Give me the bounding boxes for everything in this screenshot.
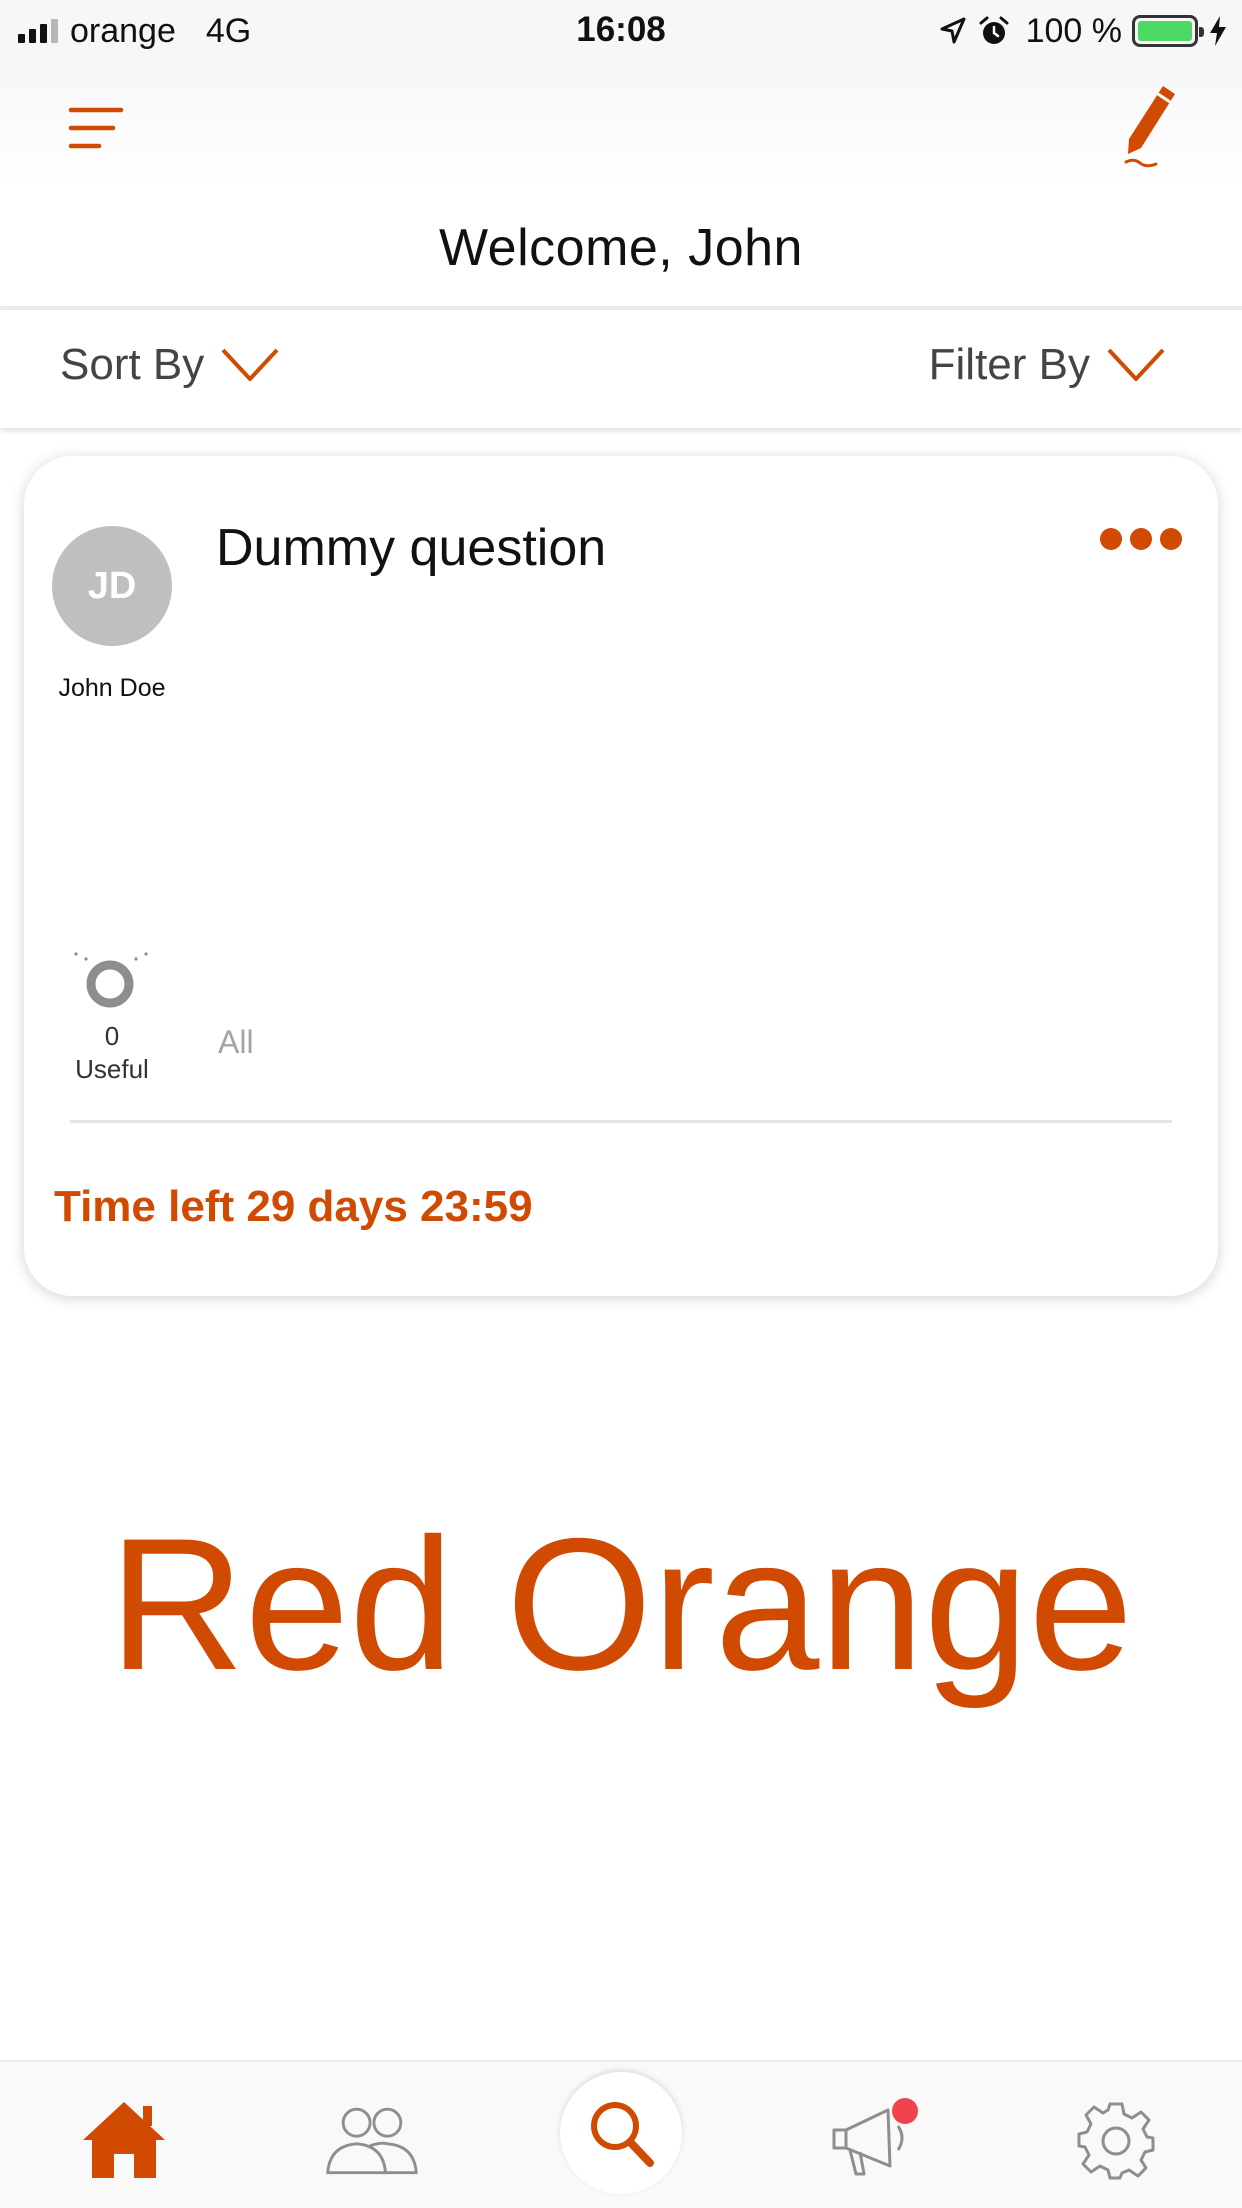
useful-label: Useful — [75, 1054, 149, 1084]
menu-button[interactable] — [68, 106, 124, 150]
tab-community[interactable] — [322, 2092, 422, 2188]
sort-by-label: Sort By — [60, 340, 205, 389]
menu-icon — [68, 107, 124, 149]
useful-ring-icon — [74, 952, 148, 1008]
useful-button[interactable] — [66, 946, 150, 1016]
tab-bar — [0, 2060, 1242, 2208]
filter-by-button[interactable]: Filter By — [929, 340, 1166, 390]
filter-by-label: Filter By — [928, 340, 1090, 389]
time-left-text: Time left 29 days 23:59 — [54, 1182, 533, 1231]
status-bar: orange 4G 16:08 100 % — [0, 0, 1242, 62]
chevron-down-icon — [221, 348, 279, 381]
chevron-down-icon — [1107, 348, 1165, 381]
tab-settings[interactable] — [1066, 2092, 1166, 2188]
tab-home[interactable] — [74, 2092, 174, 2188]
sort-filter-bar: Sort By Filter By — [0, 310, 1242, 428]
author-name: John Doe — [58, 674, 166, 702]
search-icon — [591, 2102, 654, 2167]
useful-count: 0 — [104, 1021, 120, 1051]
question-card[interactable]: JD John Doe Dummy question 0 Useful All … — [24, 456, 1218, 1296]
question-title[interactable]: Dummy question — [216, 518, 606, 578]
pencil-icon — [1124, 86, 1175, 168]
watermark-text: Red Orange — [108, 1499, 1134, 1709]
home-icon — [83, 2102, 165, 2178]
users-icon — [326, 2107, 418, 2175]
gear-icon — [1077, 2102, 1155, 2180]
avatar[interactable]: JD — [52, 526, 172, 646]
card-divider — [70, 1120, 1172, 1123]
welcome-title: Welcome, John — [439, 219, 803, 277]
tab-search[interactable] — [560, 2072, 682, 2194]
sort-by-button[interactable]: Sort By — [60, 340, 280, 390]
battery-icon — [1132, 15, 1204, 47]
nav-header — [0, 62, 1242, 190]
compose-button[interactable] — [1112, 82, 1182, 172]
alarm-icon — [979, 16, 1009, 44]
location-icon — [940, 17, 966, 44]
all-answers-link[interactable]: All — [218, 1024, 254, 1061]
charging-icon — [1210, 16, 1226, 46]
more-options-button[interactable] — [1100, 528, 1182, 550]
battery-percent: 100 % — [1025, 11, 1122, 50]
status-right: 100 % — [938, 10, 1228, 52]
notification-dot — [892, 2098, 918, 2124]
